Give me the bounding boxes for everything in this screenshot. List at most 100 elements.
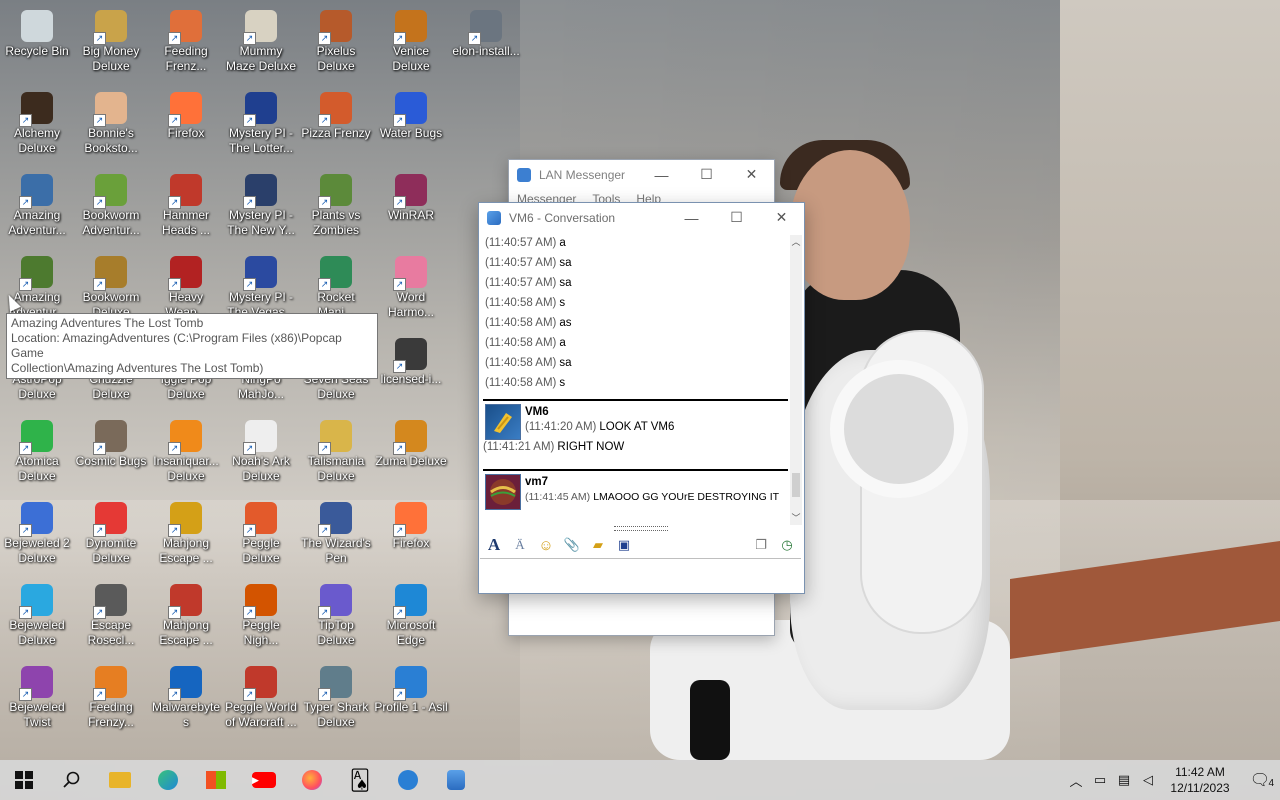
- desktop-icon[interactable]: Bookworm Deluxe: [74, 256, 148, 320]
- desktop-icon[interactable]: TipTop Deluxe: [299, 584, 373, 648]
- desktop-icon[interactable]: Amazing Adventur...: [0, 174, 74, 238]
- app-icon: [19, 666, 53, 701]
- desktop-icon[interactable]: Peggle World of Warcraft ...: [224, 666, 298, 730]
- pane-splitter[interactable]: [614, 526, 668, 531]
- desktop-icon[interactable]: Bejeweled 2 Deluxe: [0, 502, 74, 566]
- clock[interactable]: 11:42 AM 12/11/2023: [1160, 764, 1240, 796]
- desktop-icon[interactable]: The Wizard's Pen: [299, 502, 373, 566]
- lan-messenger-taskbar-icon[interactable]: [432, 760, 480, 800]
- desktop-icon[interactable]: Mummy Maze Deluxe: [224, 10, 298, 74]
- font-color-icon[interactable]: Ä: [509, 535, 531, 555]
- app-icon: [93, 502, 127, 537]
- desktop-icon[interactable]: Big Money Deluxe: [74, 10, 148, 74]
- desktop-icon-label: Escape Rosecl...: [87, 618, 135, 647]
- file-explorer-icon[interactable]: [96, 760, 144, 800]
- desktop-icon[interactable]: Feeding Frenzy...: [74, 666, 148, 730]
- desktop-icon-label: Profile 1 - Asil: [374, 700, 448, 714]
- desktop-icon[interactable]: Water Bugs: [374, 92, 448, 141]
- desktop-icon[interactable]: Bejeweled Twist: [0, 666, 74, 730]
- app-icon: [393, 584, 427, 619]
- send-file-icon[interactable]: 📎: [561, 535, 583, 555]
- desktop-icon[interactable]: Firefox: [374, 502, 448, 551]
- conversation-window[interactable]: VM6 - Conversation — ☐ ✕ (11:40:57 AM) a (…: [478, 202, 805, 594]
- desktop-icon[interactable]: Heavy Weap...: [149, 256, 223, 320]
- conversation-toolbar: A Ä ☺ 📎 ▰ ▣ ❐ ◷: [479, 533, 802, 557]
- emoticon-icon[interactable]: ☺: [535, 535, 557, 555]
- desktop-icon[interactable]: Atomica Deluxe: [0, 420, 74, 484]
- desktop-icon[interactable]: Mystery PI - The Lotter...: [224, 92, 298, 156]
- chat-line: (11:40:57 AM) a: [483, 233, 788, 253]
- device-icon[interactable]: ▭: [1088, 772, 1112, 788]
- desktop-icon[interactable]: Peggle Deluxe: [224, 502, 298, 566]
- chat-timestamp: (11:40:57 AM): [485, 257, 557, 269]
- network-icon[interactable]: ▤: [1112, 772, 1136, 788]
- edge-icon[interactable]: [144, 760, 192, 800]
- desktop-icon[interactable]: Dynomite Deluxe: [74, 502, 148, 566]
- chevron-up-icon[interactable]: ︿: [1064, 771, 1088, 790]
- desktop-icon[interactable]: Bonnie's Booksto...: [74, 92, 148, 156]
- desktop-icon[interactable]: Noah's Ark Deluxe: [224, 420, 298, 484]
- conversation-titlebar[interactable]: VM6 - Conversation — ☐ ✕: [479, 203, 804, 232]
- close-icon[interactable]: ✕: [729, 166, 774, 183]
- minimize-icon[interactable]: —: [639, 167, 684, 183]
- copy-icon[interactable]: ❐: [750, 535, 772, 555]
- desktop-icon[interactable]: licensed-i...: [374, 338, 448, 387]
- scroll-up-icon[interactable]: ︿: [790, 235, 802, 249]
- start-windows-icon[interactable]: [0, 760, 48, 800]
- desktop-icon[interactable]: Rocket Mani...: [299, 256, 373, 320]
- desktop-icon[interactable]: Alchemy Deluxe: [0, 92, 74, 156]
- send-folder-icon[interactable]: ▰: [587, 535, 609, 555]
- desktop-icon[interactable]: elon-install...: [449, 10, 523, 59]
- search-icon[interactable]: [48, 760, 96, 800]
- desktop-icon[interactable]: Insaniquar... Deluxe: [149, 420, 223, 484]
- wallpaper-head: [790, 150, 910, 300]
- chat-history[interactable]: (11:40:57 AM) a (11:40:57 AM) sa (11:40:57 A…: [483, 233, 788, 525]
- volume-icon[interactable]: ◁: [1136, 772, 1160, 788]
- desktop-icon[interactable]: Peggle Nigh...: [224, 584, 298, 648]
- font-icon[interactable]: A: [483, 535, 505, 555]
- desktop-icon[interactable]: Talismania Deluxe: [299, 420, 373, 484]
- message-text: (11:41:45 AM) LMAOOO GG YOUrE DESTROYING …: [525, 491, 780, 503]
- desktop-icon[interactable]: Malwarebyte s: [149, 666, 223, 730]
- desktop-icon[interactable]: Venice Deluxe: [374, 10, 448, 74]
- desktop-icon[interactable]: Cosmic Bugs: [74, 420, 148, 469]
- message-input[interactable]: [480, 558, 801, 591]
- desktop-icon[interactable]: Firefox: [149, 92, 223, 141]
- desktop-icon[interactable]: Word Harmo...: [374, 256, 448, 320]
- save-icon[interactable]: ▣: [613, 535, 635, 555]
- solitaire-icon[interactable]: 🂡: [336, 760, 384, 800]
- youtube-icon[interactable]: ▶: [240, 760, 288, 800]
- scroll-down-icon[interactable]: ﹀: [790, 511, 802, 525]
- desktop-icon[interactable]: Bejeweled Deluxe: [0, 584, 74, 648]
- firefox-icon[interactable]: [288, 760, 336, 800]
- profile-app-icon[interactable]: [384, 760, 432, 800]
- desktop-icon[interactable]: Microsoft Edge: [374, 584, 448, 648]
- desktop-icon[interactable]: Plants vs Zombies: [299, 174, 373, 238]
- desktop-icon[interactable]: Mystery PI - The New Y...: [224, 174, 298, 238]
- maximize-icon[interactable]: ☐: [684, 166, 729, 183]
- desktop-icon[interactable]: Recycle Bin: [0, 10, 74, 59]
- minimize-icon[interactable]: —: [669, 210, 714, 226]
- desktop-icon[interactable]: Typer Shark Deluxe: [299, 666, 373, 730]
- store-icon[interactable]: [192, 760, 240, 800]
- desktop-icon[interactable]: Escape Rosecl...: [74, 584, 148, 648]
- chat-scrollbar[interactable]: ︿ ﹀: [790, 235, 802, 525]
- desktop-icon[interactable]: Bookworm Adventur...: [74, 174, 148, 238]
- history-icon[interactable]: ◷: [776, 535, 798, 555]
- scroll-thumb[interactable]: [792, 473, 800, 497]
- notification-icon[interactable]: 🗨 4: [1240, 770, 1280, 790]
- desktop-icon[interactable]: Hammer Heads ...: [149, 174, 223, 238]
- desktop-icon[interactable]: Mahjong Escape ...: [149, 502, 223, 566]
- desktop-icon[interactable]: Profile 1 - Asil: [374, 666, 448, 715]
- desktop-icon[interactable]: Feeding Frenz...: [149, 10, 223, 74]
- wallpaper-shoe: [690, 680, 730, 760]
- desktop-icon[interactable]: Pixelus Deluxe: [299, 10, 373, 74]
- desktop-icon[interactable]: WinRAR: [374, 174, 448, 223]
- desktop-icon[interactable]: Zuma Deluxe: [374, 420, 448, 469]
- desktop-icon[interactable]: Mahjong Escape ...: [149, 584, 223, 648]
- maximize-icon[interactable]: ☐: [714, 209, 759, 226]
- desktop-icon[interactable]: Mystery PI - The Vegas...: [224, 256, 298, 320]
- desktop-icon[interactable]: Pizza Frenzy: [299, 92, 373, 141]
- lan-messenger-titlebar[interactable]: LAN Messenger — ☐ ✕: [509, 160, 774, 189]
- close-icon[interactable]: ✕: [759, 209, 804, 226]
